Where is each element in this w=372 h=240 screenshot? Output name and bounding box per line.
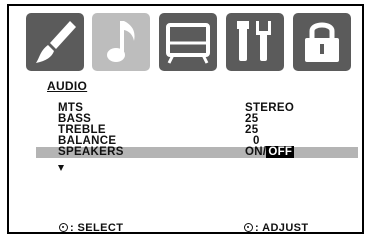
row-value: 25 — [245, 124, 259, 136]
row-value: 25 — [245, 113, 259, 125]
tab-lock[interactable] — [293, 13, 351, 71]
tab-setup[interactable] — [159, 13, 217, 71]
adjust-hint-label: : ADJUST — [255, 222, 309, 234]
row-label: BALANCE — [58, 135, 117, 147]
tools-icon — [237, 21, 271, 61]
select-dial-icon — [59, 223, 68, 232]
row-value: 0 — [253, 135, 260, 147]
tab-picture[interactable] — [26, 13, 84, 71]
row-label: TREBLE — [58, 124, 106, 136]
tab-audio[interactable] — [92, 13, 150, 71]
brush-icon — [36, 21, 76, 63]
menu-row-balance[interactable]: BALANCE 0 — [36, 135, 358, 147]
tab-features[interactable] — [226, 13, 284, 71]
menu-title: AUDIO — [47, 79, 88, 93]
menu-row-bass[interactable]: BASS 25 — [36, 113, 358, 125]
row-label: BASS — [58, 113, 92, 125]
lock-icon — [305, 22, 339, 62]
menu-row-speakers[interactable]: SPEAKERS ON/OFF — [36, 146, 358, 158]
adjust-dial-icon — [244, 223, 253, 232]
speakers-on-option: ON/ — [245, 146, 267, 158]
row-value: STEREO — [245, 102, 295, 114]
select-hint: : SELECT — [59, 222, 123, 234]
speakers-off-option: OFF — [266, 146, 295, 158]
row-value: ON/OFF — [245, 146, 295, 158]
adjust-hint: : ADJUST — [244, 222, 309, 234]
music-note-icon — [107, 21, 135, 62]
scroll-down-arrow-icon — [58, 165, 64, 171]
menu-row-mts[interactable]: MTS STEREO — [36, 102, 358, 114]
menu-row-treble[interactable]: TREBLE 25 — [36, 124, 358, 136]
select-hint-label: : SELECT — [70, 222, 124, 234]
tv-screen-icon — [166, 23, 210, 64]
category-icon-bar — [26, 13, 352, 73]
row-label: MTS — [58, 102, 84, 114]
row-label: SPEAKERS — [58, 146, 124, 158]
